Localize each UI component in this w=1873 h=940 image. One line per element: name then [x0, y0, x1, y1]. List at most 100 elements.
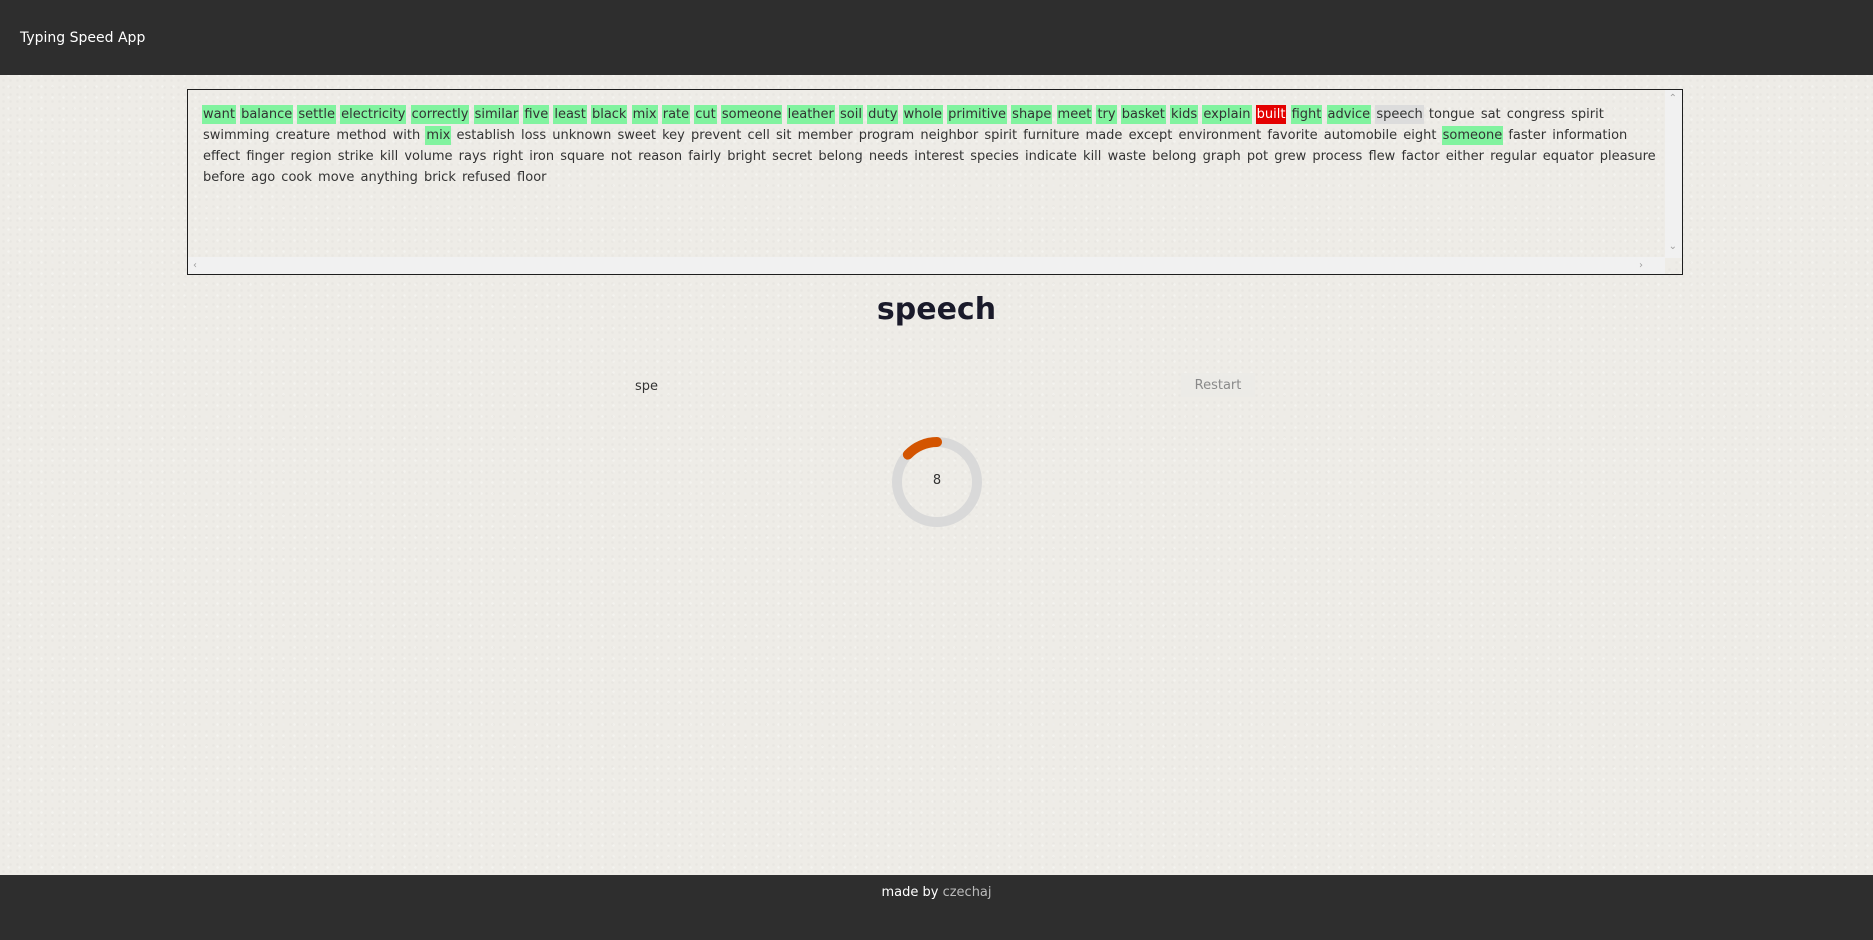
word-pending: except: [1128, 128, 1173, 143]
word-pending: furniture: [1023, 128, 1080, 143]
word-pending: factor: [1401, 149, 1440, 164]
word-pending: anything: [360, 170, 418, 185]
word-pending: floor: [517, 170, 547, 185]
word-pending: eight: [1403, 128, 1437, 143]
word-pending: method: [336, 128, 387, 143]
word-list: want balance settle electricity correctl…: [202, 104, 1662, 254]
word-correct: similar: [473, 105, 520, 124]
word-pending: brick: [423, 170, 456, 185]
word-pending: environment: [1178, 128, 1262, 143]
word-pending: square: [560, 149, 605, 164]
word-correct: basket: [1120, 105, 1166, 124]
word-pending: kill: [1083, 149, 1102, 164]
word-pending: graph: [1202, 149, 1241, 164]
current-word: speech: [876, 292, 997, 327]
word-pending: reason: [638, 149, 683, 164]
word-pending: move: [318, 170, 355, 185]
word-pending: favorite: [1267, 128, 1318, 143]
word-pending: grew: [1274, 149, 1307, 164]
word-pending: strike: [337, 149, 374, 164]
word-current: speech: [1375, 105, 1424, 124]
app-title: Typing Speed App: [20, 30, 146, 46]
word-pending: ago: [250, 170, 276, 185]
word-correct: balance: [240, 105, 294, 124]
word-pending: cook: [281, 170, 312, 185]
chevron-left-icon[interactable]: ‹: [193, 261, 197, 271]
word-correct: someone: [1441, 126, 1504, 145]
word-correct: fight: [1290, 105, 1323, 124]
word-correct: explain: [1202, 105, 1252, 124]
timer-value: 8: [932, 473, 942, 488]
word-correct: whole: [902, 105, 943, 124]
word-pending: loss: [520, 128, 547, 143]
chevron-right-icon[interactable]: ›: [1639, 261, 1643, 271]
app-header: Typing Speed App: [0, 0, 1873, 75]
word-pending: automobile: [1323, 128, 1398, 143]
word-pending: fairly: [688, 149, 722, 164]
word-pending: regular: [1490, 149, 1537, 164]
restart-button[interactable]: Restart: [1181, 373, 1255, 397]
word-pending: process: [1312, 149, 1363, 164]
horizontal-scrollbar[interactable]: ‹ ›: [188, 257, 1665, 274]
word-pending: key: [662, 128, 685, 143]
typing-input[interactable]: [629, 374, 961, 398]
word-pending: sit: [776, 128, 792, 143]
word-pending: needs: [868, 149, 909, 164]
word-pending: interest: [914, 149, 965, 164]
word-correct: try: [1096, 105, 1117, 124]
word-pending: pot: [1246, 149, 1269, 164]
word-pending: tongue: [1428, 107, 1475, 122]
word-text-box[interactable]: want balance settle electricity correctl…: [187, 89, 1683, 275]
word-pending: prevent: [691, 128, 742, 143]
word-correct: shape: [1011, 105, 1053, 124]
word-correct: cut: [694, 105, 717, 124]
word-pending: swimming: [203, 128, 270, 143]
word-correct: primitive: [947, 105, 1008, 124]
word-pending: volume: [404, 149, 453, 164]
word-pending: bright: [727, 149, 767, 164]
word-correct: electricity: [340, 105, 407, 124]
word-pending: waste: [1107, 149, 1147, 164]
word-pending: equator: [1542, 149, 1594, 164]
word-pending: spirit: [1571, 107, 1604, 122]
word-pending: made: [1085, 128, 1123, 143]
word-pending: unknown: [552, 128, 612, 143]
word-pending: member: [797, 128, 853, 143]
word-pending: flew: [1368, 149, 1396, 164]
word-pending: kill: [379, 149, 399, 164]
word-correct: meet: [1056, 105, 1093, 124]
word-pending: sat: [1480, 107, 1501, 122]
word-pending: refused: [462, 170, 511, 185]
word-pending: either: [1445, 149, 1484, 164]
word-pending: creature: [275, 128, 331, 143]
word-correct: duty: [867, 105, 899, 124]
word-pending: cell: [747, 128, 770, 143]
word-correct: kids: [1170, 105, 1199, 124]
word-correct: advice: [1326, 105, 1372, 124]
vertical-scrollbar[interactable]: ⌃ ⌄: [1665, 90, 1682, 258]
word-correct: five: [523, 105, 550, 124]
word-correct: soil: [839, 105, 863, 124]
chevron-up-icon[interactable]: ⌃: [1669, 94, 1677, 104]
word-pending: rays: [458, 149, 487, 164]
word-correct: someone: [720, 105, 783, 124]
word-pending: pleasure: [1599, 149, 1656, 164]
word-pending: establish: [456, 128, 515, 143]
word-pending: effect: [203, 149, 241, 164]
word-pending: belong: [1152, 149, 1197, 164]
word-pending: belong: [818, 149, 863, 164]
word-correct: leather: [786, 105, 835, 124]
author-link[interactable]: czechaj: [943, 885, 992, 900]
word-pending: neighbor: [920, 128, 979, 143]
word-pending: finger: [246, 149, 285, 164]
word-pending: information: [1552, 128, 1628, 143]
chevron-down-icon[interactable]: ⌄: [1669, 242, 1677, 252]
word-pending: congress: [1506, 107, 1565, 122]
word-pending: region: [290, 149, 332, 164]
word-correct: mix: [631, 105, 658, 124]
word-pending: species: [970, 149, 1019, 164]
word-pending: with: [392, 128, 421, 143]
word-pending: indicate: [1024, 149, 1077, 164]
word-pending: right: [492, 149, 524, 164]
word-correct: settle: [297, 105, 336, 124]
